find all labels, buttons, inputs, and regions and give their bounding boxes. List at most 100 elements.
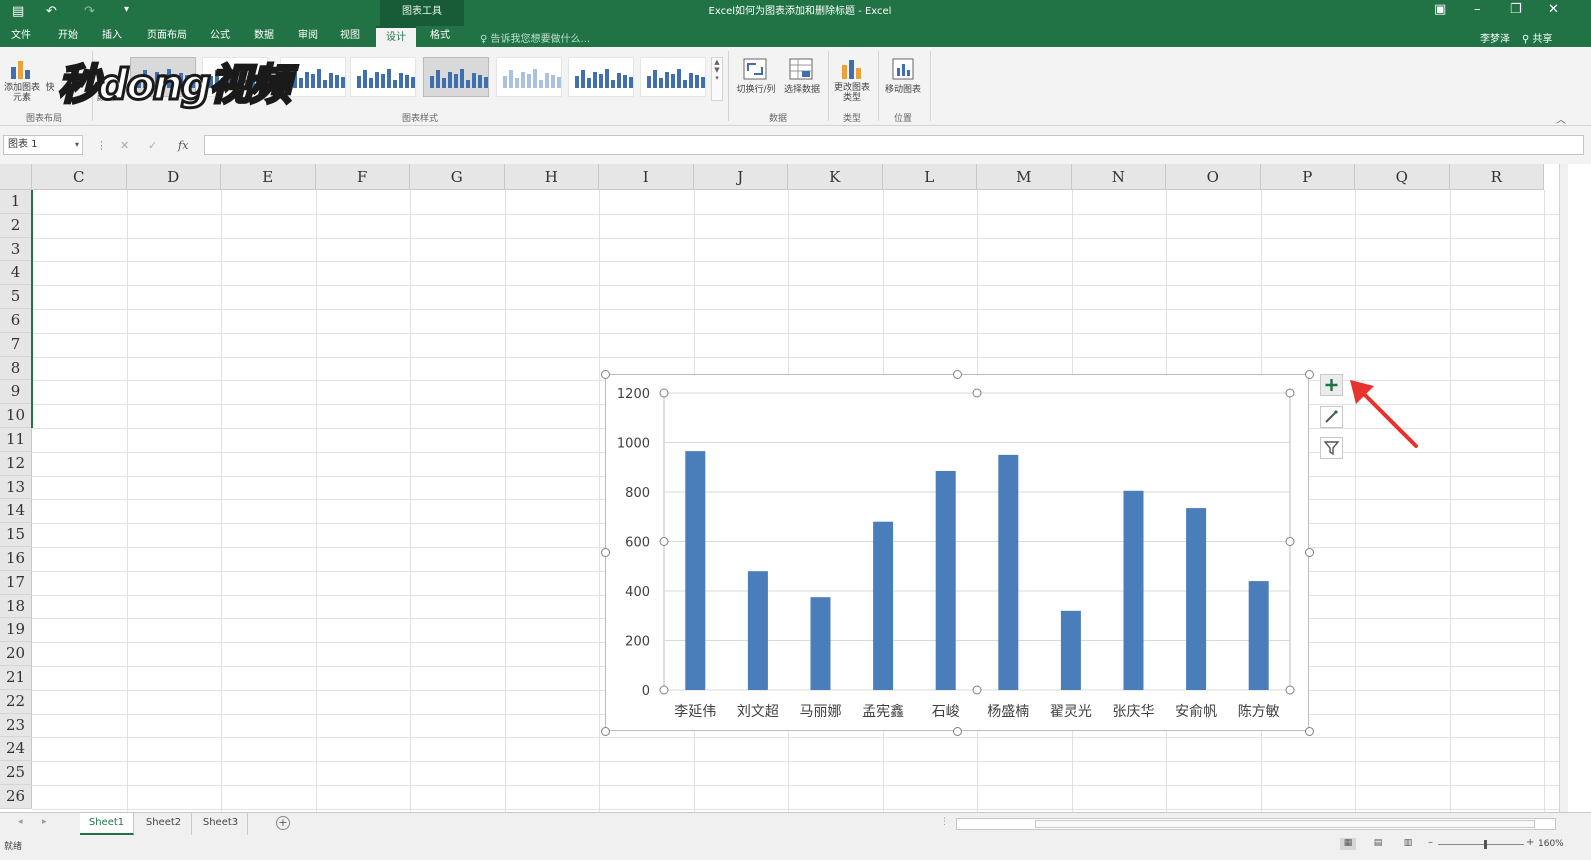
close-icon[interactable]: ✕ (1548, 2, 1559, 17)
chart-style-5[interactable] (423, 57, 489, 97)
customize-qat-icon[interactable]: ▾ (124, 4, 129, 15)
row-header-18[interactable]: 18 (0, 594, 32, 619)
column-header-q[interactable]: Q (1355, 164, 1450, 190)
cancel-icon[interactable]: ✕ (120, 139, 129, 152)
sheet-tab-sheet1[interactable]: Sheet1 (80, 813, 134, 835)
row-header-25[interactable]: 25 (0, 761, 32, 785)
column-header-r[interactable]: R (1449, 164, 1544, 190)
row-header-2[interactable]: 2 (0, 213, 32, 238)
chart-resize-handle[interactable] (1304, 726, 1314, 736)
tab-format[interactable]: 格式 (422, 26, 458, 47)
row-header-14[interactable]: 14 (0, 499, 32, 524)
enter-icon[interactable]: ✓ (148, 139, 157, 152)
style-gallery-scroll[interactable]: ▲ ▼ ▾ (711, 57, 723, 101)
row-header-21[interactable]: 21 (0, 666, 32, 690)
zoom-in-icon[interactable]: + (1526, 837, 1534, 848)
row-header-19[interactable]: 19 (0, 618, 32, 643)
row-header-16[interactable]: 16 (0, 547, 32, 571)
column-header-k[interactable]: K (788, 164, 883, 190)
row-header-5[interactable]: 5 (0, 285, 32, 309)
redo-icon[interactable]: ↷ (84, 4, 95, 19)
column-header-j[interactable]: J (693, 164, 788, 190)
move-chart-button[interactable]: 移动图表 (880, 51, 926, 107)
scroll-sheets-right-icon[interactable]: ▸ (42, 817, 47, 827)
chart-resize-handle[interactable] (600, 726, 610, 736)
tab-review[interactable]: 审阅 (290, 26, 326, 47)
formula-input[interactable] (204, 135, 1584, 155)
row-header-24[interactable]: 24 (0, 737, 32, 762)
row-header-26[interactable]: 26 (0, 785, 32, 809)
zoom-level[interactable]: 160% (1538, 839, 1564, 849)
column-header-d[interactable]: D (126, 164, 221, 190)
row-header-1[interactable]: 1 (0, 190, 32, 214)
row-header-8[interactable]: 8 (0, 356, 32, 381)
row-header-22[interactable]: 22 (0, 689, 32, 714)
page-break-view-icon[interactable]: ▥ (1400, 838, 1416, 850)
column-header-c[interactable]: C (32, 164, 127, 190)
chevron-down-icon[interactable]: ▾ (75, 136, 79, 154)
column-header-i[interactable]: I (599, 164, 694, 190)
column-header-g[interactable]: G (410, 164, 505, 190)
row-header-23[interactable]: 23 (0, 713, 32, 738)
ribbon-display-icon[interactable]: ▣ (1434, 2, 1446, 17)
chart-style-6[interactable] (496, 57, 562, 97)
row-header-11[interactable]: 11 (0, 428, 32, 452)
page-layout-view-icon[interactable]: ▤ (1370, 838, 1386, 850)
add-chart-element-button[interactable]: 添加图表元素 (2, 51, 42, 107)
scroll-sheets-left-icon[interactable]: ◂ (18, 817, 23, 827)
row-header-20[interactable]: 20 (0, 642, 32, 666)
quick-layout-label[interactable]: 快 (44, 83, 56, 93)
tab-view[interactable]: 视图 (332, 26, 368, 47)
share-button[interactable]: ⚲ 共享 (1522, 30, 1553, 45)
undo-icon[interactable]: ↶ (46, 4, 57, 19)
restore-icon[interactable]: ❐ (1510, 2, 1522, 17)
tab-home[interactable]: 开始 (50, 26, 86, 47)
user-name[interactable]: 李梦泽 (1480, 30, 1510, 45)
row-header-12[interactable]: 12 (0, 451, 32, 476)
column-header-l[interactable]: L (882, 164, 977, 190)
chart-resize-handle[interactable] (952, 726, 962, 736)
chart-style-7[interactable] (568, 57, 634, 97)
tab-split-grip[interactable]: ⋮ (940, 817, 949, 827)
column-header-o[interactable]: O (1166, 164, 1261, 190)
column-header-p[interactable]: P (1260, 164, 1355, 190)
save-icon[interactable]: ▤ (12, 4, 24, 19)
chart-resize-handle[interactable] (1304, 548, 1314, 557)
row-header-10[interactable]: 10 (0, 404, 32, 428)
select-all-corner[interactable] (0, 164, 32, 190)
row-header-15[interactable]: 15 (0, 523, 32, 547)
tab-data[interactable]: 数据 (246, 26, 282, 47)
row-header-6[interactable]: 6 (0, 309, 32, 333)
switch-row-column-button[interactable]: 切换行/列 (732, 51, 778, 107)
tell-me-search[interactable]: ♀ 告诉我您想要做什么... (480, 30, 590, 45)
row-header-4[interactable]: 4 (0, 261, 32, 286)
column-header-n[interactable]: N (1071, 164, 1166, 190)
add-sheet-icon[interactable]: + (276, 816, 290, 830)
select-data-button[interactable]: 选择数据 (780, 51, 824, 107)
zoom-slider-knob[interactable] (1484, 840, 1487, 849)
chart-resize-handle[interactable] (600, 548, 610, 557)
column-header-m[interactable]: M (977, 164, 1072, 190)
row-header-3[interactable]: 3 (0, 237, 32, 262)
chart-resize-handle[interactable] (952, 369, 962, 379)
row-header-9[interactable]: 9 (0, 380, 32, 405)
vertical-scrollbar[interactable] (1559, 164, 1568, 812)
horizontal-scrollbar[interactable] (956, 818, 1556, 830)
insert-function-icon[interactable]: fx (178, 139, 188, 152)
tab-file[interactable]: 文件 (4, 26, 38, 47)
tab-insert[interactable]: 插入 (94, 26, 130, 47)
column-header-f[interactable]: F (315, 164, 410, 190)
sheet-tab-sheet2[interactable]: Sheet2 (136, 813, 192, 835)
collapse-ribbon-icon[interactable]: ︿ (1556, 111, 1566, 126)
chart-resize-handle[interactable] (1304, 369, 1314, 379)
tab-formulas[interactable]: 公式 (202, 26, 238, 47)
zoom-out-icon[interactable]: – (1428, 837, 1433, 848)
change-chart-type-button[interactable]: 更改图表类型 (830, 51, 874, 107)
name-box[interactable]: 图表 1 ▾ (3, 135, 83, 155)
tab-design[interactable]: 设计 (376, 26, 416, 47)
chart-style-8[interactable] (640, 57, 706, 97)
column-header-e[interactable]: E (221, 164, 316, 190)
column-header-h[interactable]: H (504, 164, 599, 190)
chart-object[interactable]: 0 200 400 600 800 1000 1200 李延伟 刘文超 马丽娜 孟宪鑫 石峻 杨盛楠 翟灵… (605, 374, 1309, 731)
tab-page-layout[interactable]: 页面布局 (140, 26, 194, 47)
